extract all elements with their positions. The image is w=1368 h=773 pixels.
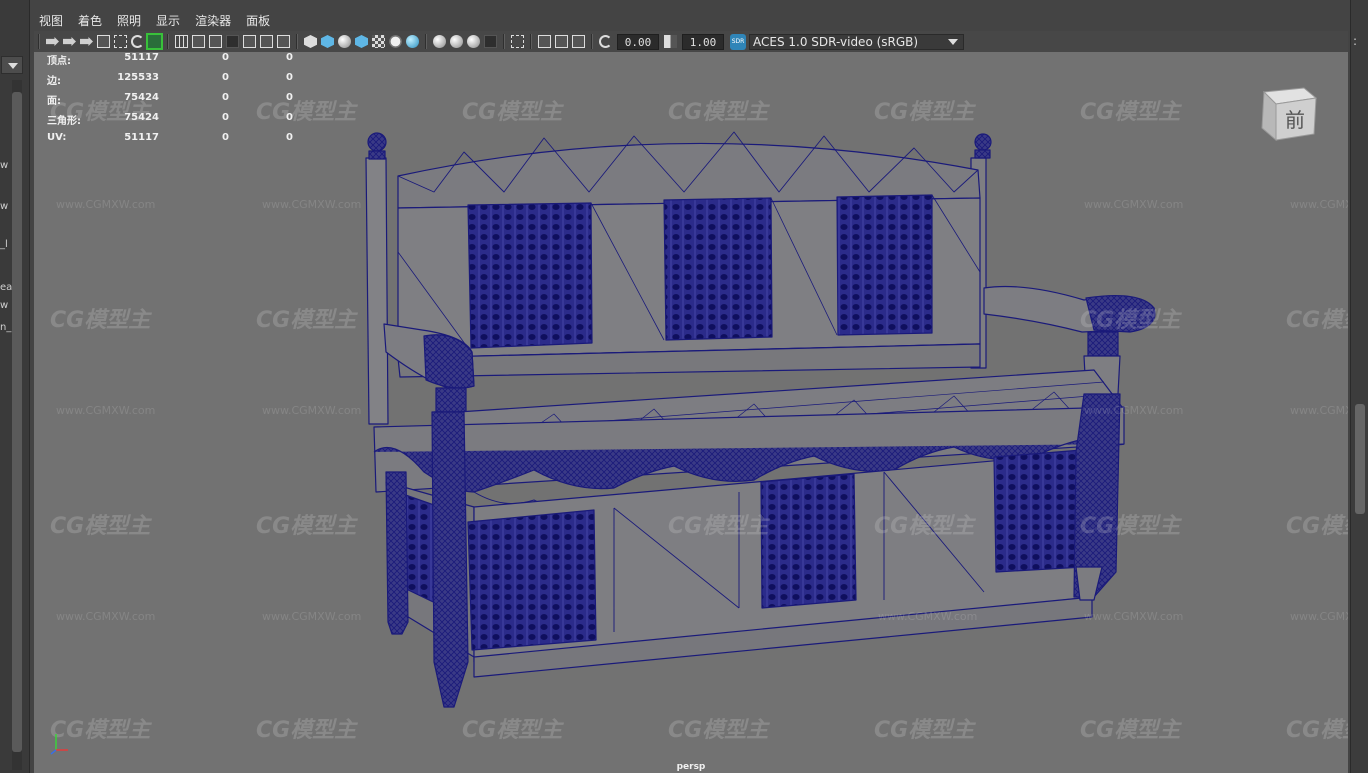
menu-show[interactable]: 显示 xyxy=(156,12,180,29)
wireframe-on-shaded-icon[interactable] xyxy=(355,35,368,48)
hud-value: 0 xyxy=(286,92,293,103)
toolbar-separator xyxy=(591,34,593,49)
camera-attributes-icon[interactable] xyxy=(63,36,76,47)
view-cube[interactable]: 前 xyxy=(1258,82,1320,142)
hud-label: 边: xyxy=(47,76,61,87)
hud-value: 0 xyxy=(286,72,293,83)
left-dock-scrollbar[interactable] xyxy=(12,92,22,752)
wireframe-icon[interactable] xyxy=(304,35,317,48)
xray-joints-icon[interactable] xyxy=(555,35,568,48)
right-dock-scrollbar[interactable] xyxy=(1355,404,1365,514)
left-dock-text: w xyxy=(0,160,9,171)
exposure-field[interactable]: 0.00 xyxy=(617,33,659,50)
panel-menu-bar: 视图 着色 照明 显示 渲染器 面板 xyxy=(31,10,1348,30)
hud-row-edges: 边: 125533 0 0 xyxy=(47,72,307,88)
left-dock-text: _l xyxy=(0,239,8,250)
hud-row-triangles: 三角形: 75424 0 0 xyxy=(47,112,307,128)
hud-value: 75424 xyxy=(124,92,159,103)
hud-value: 0 xyxy=(286,132,293,143)
hud-value: 0 xyxy=(286,52,293,63)
active-tool-icon[interactable] xyxy=(146,33,163,50)
motion-blur-icon[interactable] xyxy=(450,35,463,48)
left-dock-text: w xyxy=(0,201,9,212)
hud-row-vertices: 顶点: 51117 0 0 xyxy=(47,52,307,68)
default-material-icon[interactable] xyxy=(338,35,351,48)
menu-renderer[interactable]: 渲染器 xyxy=(195,12,231,29)
hud-label: 三角形: xyxy=(47,116,81,127)
hud-value: 75424 xyxy=(124,112,159,123)
hud-value: 0 xyxy=(222,132,229,143)
hud-value: 125533 xyxy=(117,72,159,83)
exposure-icon[interactable] xyxy=(599,35,612,48)
pencil-icon[interactable] xyxy=(131,35,144,48)
chevron-down-icon[interactable] xyxy=(945,35,961,49)
left-dock-text: w xyxy=(0,300,9,311)
hud-value: 0 xyxy=(222,112,229,123)
toolbar-separator xyxy=(425,34,427,49)
toolbar-separator xyxy=(38,34,40,49)
hud-value: 0 xyxy=(222,72,229,83)
bookmark-icon[interactable] xyxy=(80,36,93,47)
shadows-icon[interactable] xyxy=(406,35,419,48)
camera-icon[interactable] xyxy=(46,36,59,47)
grid-icon[interactable] xyxy=(175,35,188,48)
resolution-gate-icon[interactable] xyxy=(209,35,222,48)
left-dock-text: n_ xyxy=(0,322,12,333)
hud-value: 51117 xyxy=(124,132,159,143)
hud-value: 0 xyxy=(286,112,293,123)
depth-of-field-icon[interactable] xyxy=(484,35,497,48)
right-dock-panel: : xyxy=(1350,0,1368,773)
menu-shading[interactable]: 着色 xyxy=(78,12,102,29)
perspective-viewport[interactable]: CG模型主 CG模型主 CG模型主 CG模型主 CG模型主 CG模型主 CG模型… xyxy=(34,52,1348,773)
gate-mask-icon[interactable] xyxy=(226,35,239,48)
hud-value: 51117 xyxy=(124,52,159,63)
color-management-icon[interactable]: SDR xyxy=(730,33,746,50)
camera-name-label: persp xyxy=(676,762,706,772)
maya-window: w w _l ea w n_ : 视图 着色 照明 显示 渲染器 面板 0.00… xyxy=(0,0,1368,773)
smooth-shade-icon[interactable] xyxy=(321,35,334,48)
gamma-field[interactable]: 1.00 xyxy=(682,33,724,50)
axis-gizmo xyxy=(50,734,68,755)
left-dock-dropdown[interactable] xyxy=(1,56,23,74)
left-dock-text: ea xyxy=(0,282,13,293)
hud-value: 0 xyxy=(222,92,229,103)
bench-wireframe-model[interactable] xyxy=(34,52,1348,773)
hud-label: UV: xyxy=(47,132,67,143)
hud-row-uvs: UV: 51117 0 0 xyxy=(47,132,307,148)
panel-toolbar: 0.00 1.00 SDR ACES 1.0 SDR-video (sRGB) xyxy=(34,31,1348,52)
grease-pencil-icon[interactable] xyxy=(114,35,127,48)
color-space-value: ACES 1.0 SDR-video (sRGB) xyxy=(753,34,919,49)
film-gate-icon[interactable] xyxy=(192,35,205,48)
toolbar-separator xyxy=(296,34,298,49)
menu-view[interactable]: 视图 xyxy=(39,12,63,29)
hud-label: 顶点: xyxy=(47,56,71,67)
left-dock-panel: w w _l ea w n_ xyxy=(0,0,30,773)
toolbar-separator xyxy=(530,34,532,49)
use-all-lights-icon[interactable] xyxy=(390,36,401,47)
xray-components-icon[interactable] xyxy=(572,35,585,48)
field-chart-icon[interactable] xyxy=(243,35,256,48)
image-plane-icon[interactable] xyxy=(97,35,110,48)
hud-row-faces: 面: 75424 0 0 xyxy=(47,92,307,108)
color-space-select[interactable]: ACES 1.0 SDR-video (sRGB) xyxy=(749,33,964,50)
menu-lighting[interactable]: 照明 xyxy=(117,12,141,29)
hud-value: 0 xyxy=(222,52,229,63)
xray-icon[interactable] xyxy=(538,35,551,48)
right-dock-mark: : xyxy=(1353,34,1358,48)
toolbar-separator xyxy=(503,34,505,49)
gamma-icon[interactable] xyxy=(664,35,677,48)
multisample-aa-icon[interactable] xyxy=(467,35,480,48)
safe-title-icon[interactable] xyxy=(277,35,290,48)
screen-space-ambient-occlusion-icon[interactable] xyxy=(433,35,446,48)
safe-action-icon[interactable] xyxy=(260,35,273,48)
toolbar-separator xyxy=(167,34,169,49)
menu-panels[interactable]: 面板 xyxy=(246,12,270,29)
textured-icon[interactable] xyxy=(372,35,385,48)
isolate-select-icon[interactable] xyxy=(511,35,524,48)
view-cube-front-label: 前 xyxy=(1285,108,1305,132)
hud-label: 面: xyxy=(47,96,61,107)
